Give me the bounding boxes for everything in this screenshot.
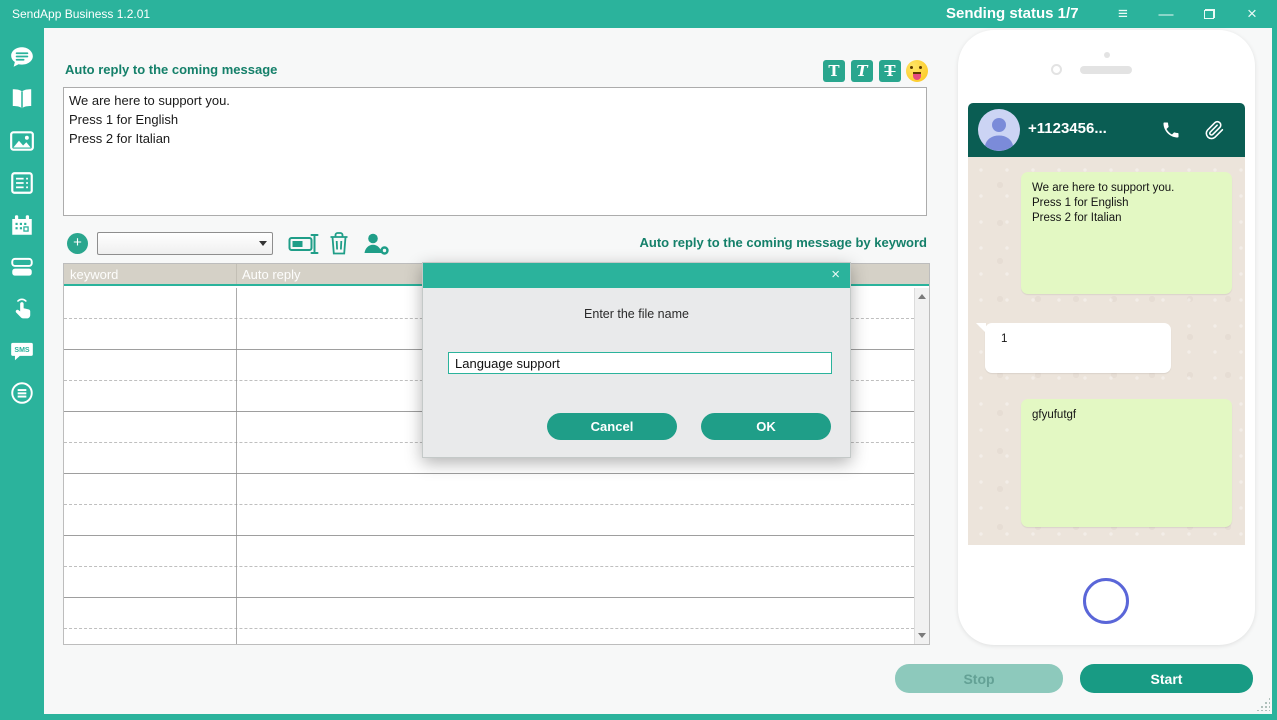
contact-settings-button[interactable] (362, 231, 391, 256)
auto-reply-label: Auto reply to the coming message (65, 62, 278, 77)
table-scrollbar[interactable] (914, 288, 929, 644)
restore-icon[interactable] (1196, 0, 1222, 28)
phone-preview: +1123456... We are here to support you. … (958, 30, 1255, 645)
tap-icon (15, 298, 31, 319)
italic-icon[interactable]: T (851, 60, 873, 82)
sidebar-item-tap[interactable] (9, 296, 35, 322)
sidebar: SMS (0, 28, 44, 720)
file-name-dialog: × Enter the file name Cancel OK (422, 262, 851, 458)
emoji-icon[interactable] (906, 60, 928, 82)
home-button[interactable] (1083, 578, 1129, 624)
add-template-button[interactable]: + (67, 233, 88, 254)
column-header-keyword: keyword (70, 267, 119, 282)
chat-icon (11, 47, 33, 67)
message-bubble-incoming: 1 (976, 323, 1171, 373)
window-border-bottom (0, 714, 1277, 720)
cancel-button[interactable]: Cancel (547, 413, 677, 440)
svg-text:SMS: SMS (14, 347, 30, 354)
window-border-right (1272, 0, 1277, 720)
sidebar-item-sms[interactable]: SMS (9, 338, 35, 364)
app-window: SendApp Business 1.2.01 Sending status 1… (0, 0, 1277, 720)
keyword-reply-label: Auto reply to the coming message by keyw… (639, 235, 927, 250)
delete-button[interactable] (328, 231, 350, 256)
bold-icon[interactable]: T (823, 60, 845, 82)
menu-circle-icon (11, 382, 33, 404)
table-row[interactable] (64, 474, 914, 505)
minimize-icon[interactable]: — (1153, 0, 1179, 28)
start-button[interactable]: Start (1080, 664, 1253, 693)
dialog-prompt: Enter the file name (584, 307, 689, 321)
contact-number: +1123456... (1028, 120, 1107, 137)
table-row[interactable] (64, 567, 914, 598)
chevron-down-icon (259, 241, 267, 246)
attachment-icon[interactable] (1204, 119, 1225, 140)
resize-grip[interactable] (1256, 697, 1270, 711)
column-separator (236, 288, 237, 644)
scroll-down-icon[interactable] (918, 633, 926, 638)
file-name-input[interactable] (448, 352, 832, 374)
menu-icon[interactable]: ≡ (1110, 0, 1136, 28)
dialog-titlebar: × (423, 263, 850, 288)
sms-icon: SMS (11, 342, 33, 361)
phone-speaker (1080, 66, 1132, 74)
phone-sensor-dot (1104, 52, 1110, 58)
sidebar-item-bulk-messages[interactable] (9, 254, 35, 280)
message-bubble-outgoing: gfyufutgf (1021, 399, 1232, 527)
bulk-messages-icon (11, 257, 33, 276)
scroll-up-icon[interactable] (918, 294, 926, 299)
template-select[interactable] (97, 232, 273, 255)
message-bubble-outgoing: We are here to support you. Press 1 for … (1021, 172, 1232, 294)
table-row[interactable] (64, 598, 914, 629)
chat-area: We are here to support you. Press 1 for … (968, 157, 1245, 545)
sidebar-item-list[interactable] (9, 170, 35, 196)
app-title: SendApp Business 1.2.01 (12, 7, 151, 21)
sidebar-item-book[interactable] (9, 86, 35, 112)
list-icon (11, 172, 33, 194)
ok-button[interactable]: OK (701, 413, 831, 440)
dialog-close-icon[interactable]: × (831, 266, 840, 283)
phone-camera (1051, 64, 1062, 75)
trash-icon (330, 232, 348, 255)
image-icon (10, 131, 34, 151)
titlebar: SendApp Business 1.2.01 Sending status 1… (0, 0, 1277, 28)
stop-button[interactable]: Stop (895, 664, 1063, 693)
sidebar-item-menu[interactable] (9, 380, 35, 406)
close-icon[interactable]: × (1239, 0, 1265, 28)
sidebar-item-chat[interactable] (9, 44, 35, 70)
sidebar-item-image[interactable] (9, 128, 35, 154)
sending-status: Sending status 1/7 (946, 5, 1079, 22)
avatar (978, 109, 1020, 151)
contact-gear-icon (364, 233, 389, 255)
rename-icon (288, 234, 319, 254)
chat-header: +1123456... (968, 103, 1245, 157)
sidebar-item-calendar[interactable] (9, 212, 35, 238)
table-row[interactable] (64, 536, 914, 567)
rename-button[interactable] (288, 233, 319, 255)
table-row[interactable] (64, 505, 914, 536)
calendar-icon (12, 215, 32, 235)
table-row[interactable] (64, 629, 914, 644)
auto-reply-textarea[interactable]: We are here to support you. Press 1 for … (63, 87, 927, 216)
book-icon (12, 89, 32, 109)
call-icon[interactable] (1161, 120, 1181, 140)
column-header-auto-reply: Auto reply (242, 267, 301, 282)
strikethrough-icon[interactable]: T (879, 60, 901, 82)
